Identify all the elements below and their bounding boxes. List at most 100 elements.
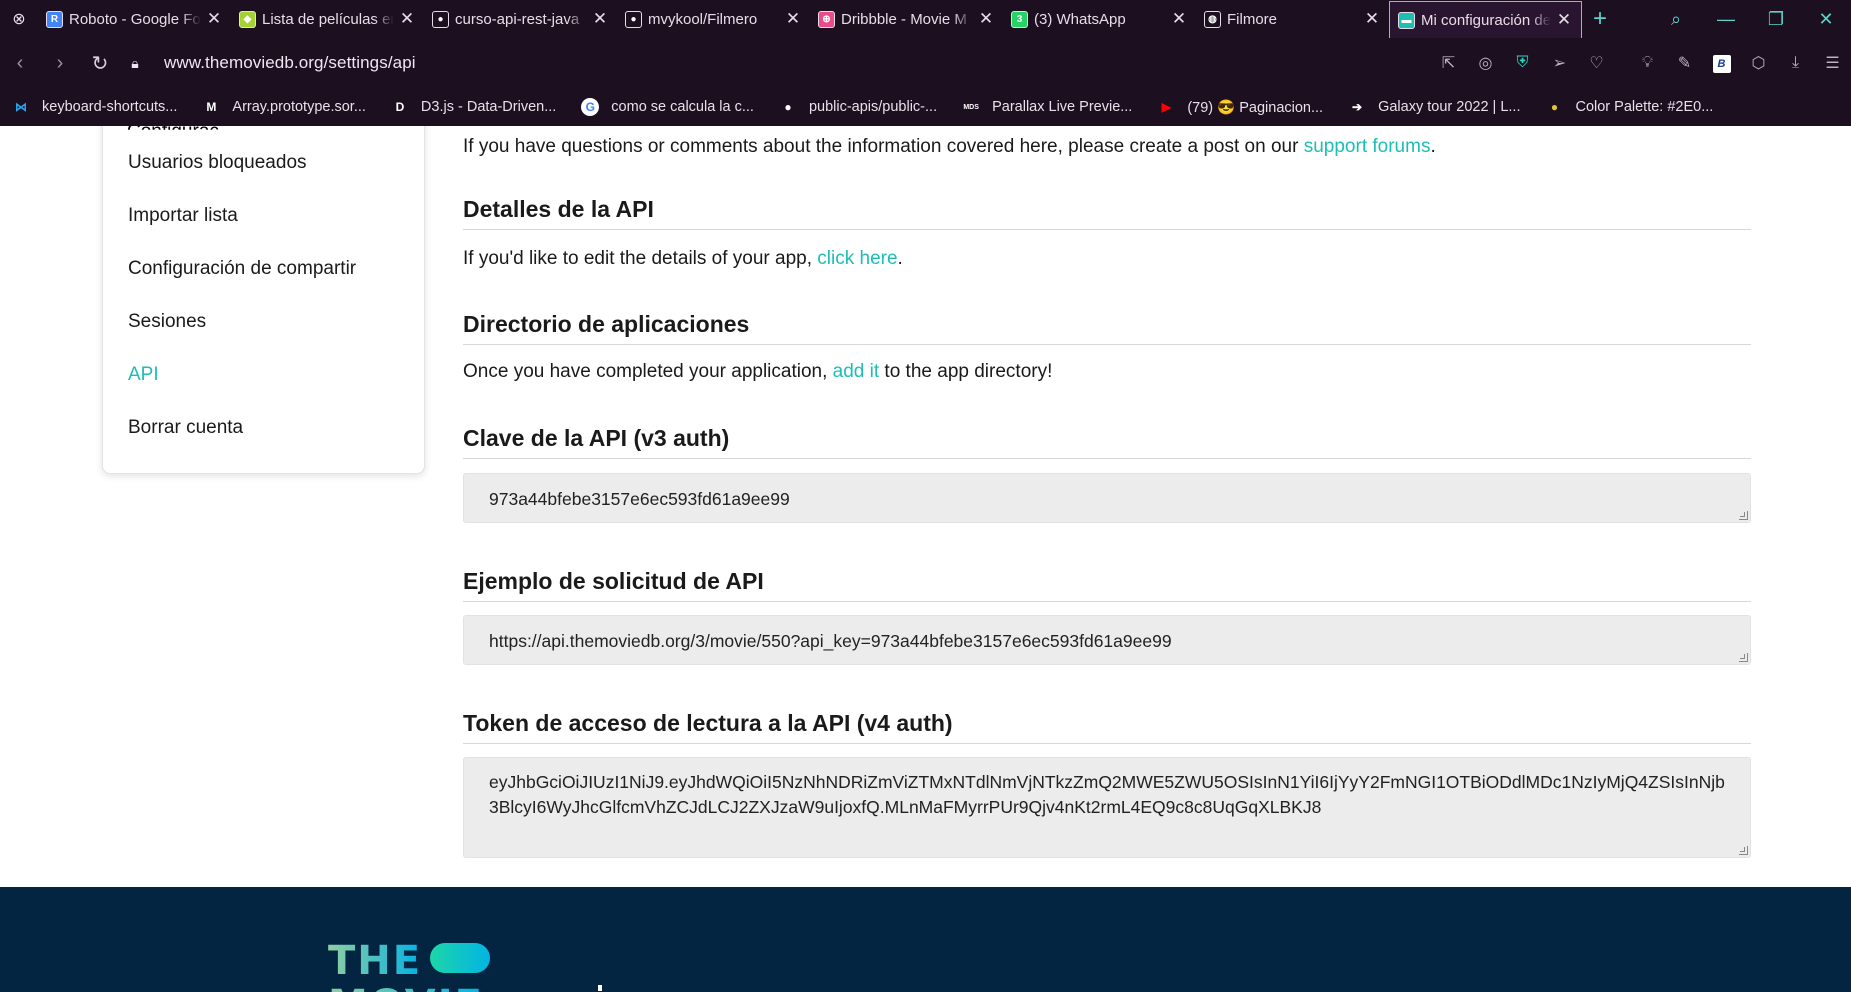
sidebar-item-cut-off[interactable]: Configurac [127,126,219,130]
browser-tab[interactable]: ▬ Mi configuración de ✕ [1389,1,1582,38]
tmdb-logo[interactable]: THE [328,939,422,983]
vscode-icon: ⋈ [15,100,27,114]
url-host: www.themoviedb.org [164,53,324,72]
details-text: If you'd like to edit the details of you… [463,248,903,270]
example-request-value: https://api.themoviedb.org/3/movie/550?a… [489,631,1172,651]
bookmark-item[interactable]: MDS Parallax Live Previe... [962,98,1132,116]
site-footer: THE MOVIE [0,887,1851,992]
bookmark-item[interactable]: ⋈ keyboard-shortcuts... [12,98,177,116]
close-tab-icon[interactable]: ✕ [398,9,416,29]
tab-title: curso-api-rest-java [455,10,580,28]
share-icon[interactable]: ⇱ [1430,53,1467,73]
sidebar-item-importar-lista[interactable]: Importar lista [128,205,238,227]
tab-title: mvykool/Filmero [648,10,758,28]
palette-icon: ● [1550,100,1559,114]
browser-tab[interactable]: ⊕ Dribbble - Movie M ✕ [810,0,1003,38]
click-here-link[interactable]: click here [817,248,897,269]
bookmark-item[interactable]: ➔ Galaxy tour 2022 | L... [1348,98,1520,116]
access-token-field[interactable]: eyJhbGciOiJIUzI1NiJ9.eyJhdWQiOiI5NzNhNDR… [463,757,1751,858]
close-tab-icon[interactable]: ✕ [1555,10,1573,30]
api-key-value: 973a44bfebe3157e6ec593fd61a9ee99 [489,489,790,509]
sidebar-item-configuraci-n-de-compartir[interactable]: Configuración de compartir [128,258,356,280]
browser-tab[interactable]: 3 (3) WhatsApp ✕ [1003,0,1196,38]
close-tab-icon[interactable]: ✕ [977,9,995,29]
github-icon: ● [625,10,642,28]
bookmark-item[interactable]: ● Color Palette: #2E0... [1545,98,1713,116]
resize-grip-icon[interactable] [1739,846,1748,855]
api-key-field[interactable]: 973a44bfebe3157e6ec593fd61a9ee99 [463,473,1751,523]
new-tab-button[interactable]: + [1582,5,1618,33]
directory-heading: Directorio de aplicaciones [463,311,1751,345]
api-key-heading: Clave de la API (v3 auth) [463,425,1751,459]
example-request-field[interactable]: https://api.themoviedb.org/3/movie/550?a… [463,615,1751,665]
close-window-icon[interactable]: ✕ [1801,9,1851,30]
tmdb-logo-line-2: MOVIE [328,983,484,992]
browser-tab[interactable]: ◆ Lista de películas en ✕ [231,0,424,38]
restore-icon[interactable]: ❐ [1751,9,1801,30]
resize-grip-icon[interactable] [1739,511,1748,520]
details-text-end: . [897,248,903,269]
camera-icon[interactable]: ◎ [1467,53,1504,73]
sidebar-item-borrar-cuenta[interactable]: Borrar cuenta [128,417,243,439]
resize-grip-icon[interactable] [1739,653,1748,662]
extension-b-icon[interactable]: B [1703,54,1740,73]
browser-tab[interactable]: ● curso-api-rest-java ✕ [424,0,617,38]
globe-icon: ◍ [1204,10,1221,28]
arrow-icon: ➔ [1352,100,1363,114]
close-tab-icon[interactable]: ✕ [1170,9,1188,29]
bookmark-item[interactable]: Gcomo se calcula la c... [581,98,754,116]
lightbulb-icon[interactable]: 💡︎ [1629,54,1666,72]
tmdb-icon: ▬ [1398,11,1415,29]
browser-tab[interactable]: ◍ Filmore ✕ [1196,0,1389,38]
browser-tab-bar: ⊗ RRoboto - Google Fonts✕◆Lista de pelíc… [0,0,1851,38]
close-tab-icon[interactable]: ✕ [1363,9,1381,29]
tab-title: Lista de películas en [262,10,394,28]
sidebar-item-api[interactable]: API [128,364,159,386]
browser-menu-icon[interactable]: ⊗ [0,0,38,38]
reload-icon[interactable]: ↻ [80,51,120,76]
directory-text: Once you have completed your application… [463,361,1052,383]
token-heading: Token de acceso de lectura a la API (v4 … [463,710,1751,744]
bookmark-item[interactable]: M Array.prototype.sor... [202,98,366,116]
bookmark-label: Array.prototype.sor... [232,99,366,115]
close-tab-icon[interactable]: ✕ [591,9,609,29]
add-it-link[interactable]: add it [833,361,879,382]
tab-title: (3) WhatsApp [1034,10,1126,28]
page-content: Configurac Usuarios bloqueados Importar l… [0,126,1851,887]
cube-icon[interactable]: ⬡ [1740,53,1777,73]
sidebar-item-sesiones[interactable]: Sesiones [128,311,206,333]
example-request-heading: Ejemplo de solicitud de API [463,568,1751,602]
tab-title: Dribbble - Movie M [841,10,967,28]
browser-tab[interactable]: ● mvykool/Filmero ✕ [617,0,810,38]
access-token-value: eyJhbGciOiJIUzI1NiJ9.eyJhdWQiOiI5NzNhNDR… [489,772,1725,817]
bookmark-label: Parallax Live Previe... [992,99,1133,115]
url-field[interactable]: www.themoviedb.org/settings/api [164,53,416,73]
download-icon[interactable]: ⤓ [1777,54,1814,72]
bookmark-item[interactable]: D D3.js - Data-Driven... [391,98,557,116]
back-icon[interactable]: ‹ [0,52,40,75]
details-text-body: If you'd like to edit the details of you… [463,248,818,269]
bookmark-item[interactable]: ● public-apis/public-... [779,98,937,116]
minimize-icon[interactable]: — [1701,9,1751,30]
shield-icon[interactable]: ⛨ [1504,54,1541,72]
bookmarks-bar: ⋈ keyboard-shortcuts... M Array.prototype.s… [0,88,1851,126]
whatsapp-icon: 3 [1011,10,1028,28]
bookmark-item[interactable]: ▶ (79) 😎 Paginacion... [1157,98,1323,116]
dribbble-icon: ⊕ [818,10,835,28]
lock-icon[interactable]: 🔒︎ [120,55,150,72]
forward-icon[interactable]: › [40,52,80,75]
search-tabs-icon[interactable]: ⌕ [1651,9,1701,30]
send-icon[interactable]: ➢ [1541,53,1578,73]
support-forums-link[interactable]: support forums [1304,136,1431,157]
intro-text-end: . [1430,136,1436,157]
close-tab-icon[interactable]: ✕ [205,9,223,29]
tab-title: Mi configuración de [1421,11,1551,29]
close-tab-icon[interactable]: ✕ [784,9,802,29]
eyedropper-icon[interactable]: ✎ [1666,53,1703,73]
heart-icon[interactable]: ♡ [1578,53,1615,73]
browser-tab[interactable]: R Roboto - Google Fonts✕ [38,0,231,38]
directory-text-end: to the app directory! [879,361,1053,382]
sidebar-item-usuarios-bloqueados[interactable]: Usuarios bloqueados [128,152,307,174]
address-bar: ‹ › ↻ 🔒︎ www.themoviedb.org/settings/api… [0,38,1851,88]
easy-setup-icon[interactable]: ☰ [1814,53,1851,73]
